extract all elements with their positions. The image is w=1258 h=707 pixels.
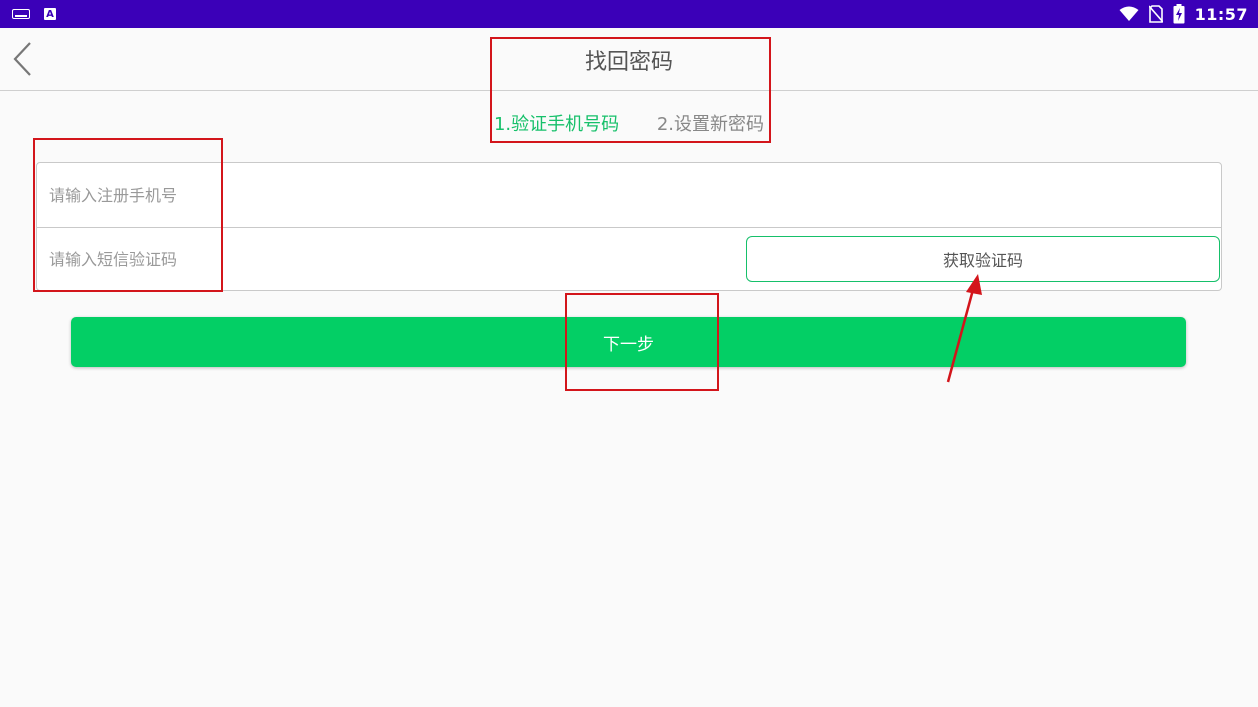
header-divider: [0, 90, 1258, 91]
step-indicator: 1.验证手机号码 2.设置新密码: [0, 110, 1258, 136]
status-bar: A 11:57: [0, 0, 1258, 28]
page-title: 找回密码: [584, 50, 673, 75]
wifi-icon: [1119, 6, 1139, 21]
step-verify-phone: 1.验证手机号码: [493, 114, 620, 135]
code-row: 获取验证码: [37, 227, 1221, 291]
phone-input[interactable]: [37, 163, 1221, 227]
top-bar: 找回密码: [0, 28, 1258, 90]
battery-charging-icon: [1173, 4, 1185, 24]
sms-code-input[interactable]: [37, 227, 737, 291]
status-time: 11:57: [1194, 4, 1248, 24]
step-set-password: 2.设置新密码: [656, 114, 765, 135]
phone-row: [37, 163, 1221, 228]
app-a-icon: A: [44, 8, 56, 20]
get-code-button[interactable]: 获取验证码: [746, 236, 1220, 282]
no-sim-icon: [1148, 5, 1163, 23]
keyboard-icon: [12, 9, 30, 19]
next-button[interactable]: 下一步: [71, 317, 1186, 367]
form-card: 获取验证码: [36, 162, 1222, 291]
